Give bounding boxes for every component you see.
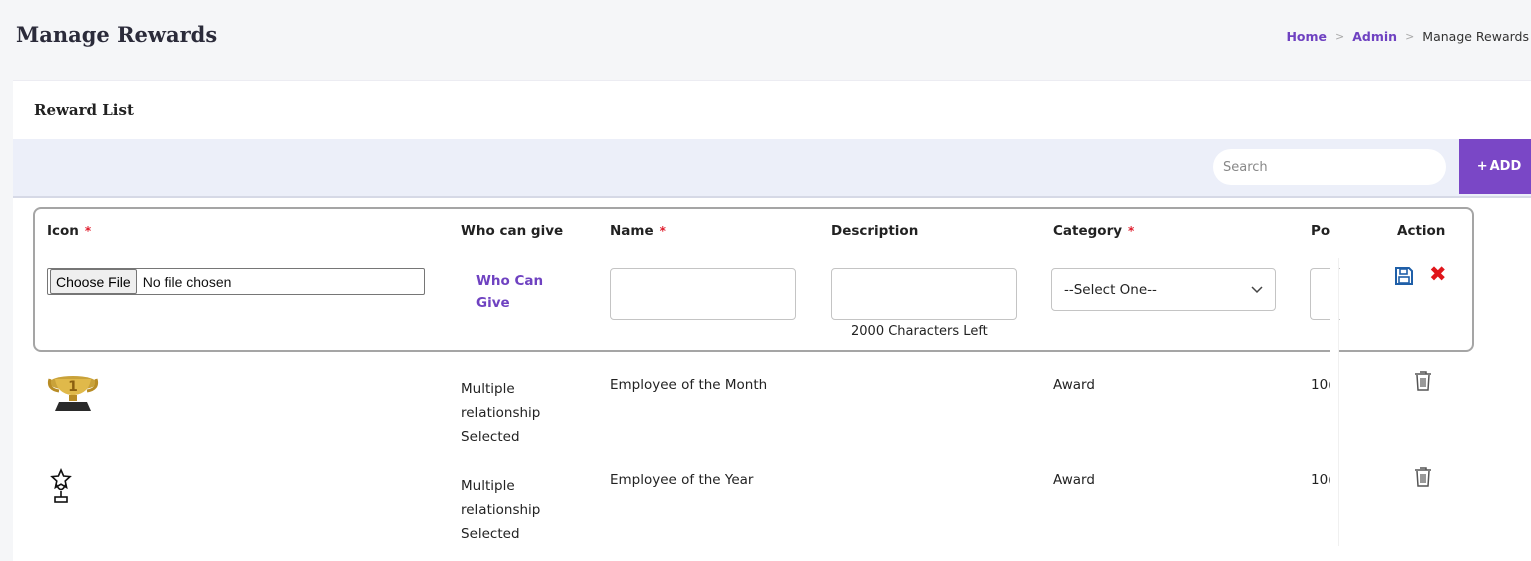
- plus-icon: +: [1476, 159, 1488, 174]
- who-can-give-link[interactable]: Who Can Give: [476, 270, 556, 314]
- sticky-column-divider: [1330, 258, 1339, 546]
- column-header-action: Action: [1397, 223, 1446, 239]
- who-can-give-cell: Multiple relationship Selected: [461, 478, 541, 542]
- breadcrumb-admin-link[interactable]: Admin: [1352, 29, 1397, 44]
- column-header-icon: Icon *: [47, 223, 92, 239]
- svg-text:1: 1: [68, 379, 78, 395]
- breadcrumb-home-link[interactable]: Home: [1286, 29, 1327, 44]
- category-select[interactable]: --Select One--: [1051, 268, 1276, 311]
- icon-file-input[interactable]: Choose File No file chosen: [47, 268, 425, 295]
- breadcrumb-current: Manage Rewards: [1422, 29, 1529, 44]
- breadcrumb-separator: >: [1405, 30, 1415, 43]
- column-header-name: Name *: [610, 223, 666, 239]
- card-title: Reward List: [34, 101, 134, 119]
- who-can-give-cell: Multiple relationship Selected: [461, 381, 541, 445]
- x-icon[interactable]: ✖: [1429, 262, 1447, 286]
- reward-name-cell: Employee of the Month: [610, 377, 768, 393]
- required-marker: *: [84, 224, 92, 238]
- trash-icon[interactable]: [1413, 466, 1433, 492]
- category-cell: Award: [1053, 472, 1095, 488]
- column-header-category: Category *: [1053, 223, 1135, 239]
- star-trophy-outline-icon: [49, 467, 73, 510]
- required-marker: *: [659, 224, 666, 238]
- search-input[interactable]: [1213, 149, 1446, 185]
- breadcrumb: Home > Admin > Manage Rewards: [1286, 29, 1529, 44]
- required-marker: *: [1128, 224, 1135, 238]
- breadcrumb-separator: >: [1335, 30, 1345, 43]
- choose-file-button[interactable]: Choose File: [50, 269, 137, 294]
- name-input[interactable]: [610, 268, 796, 320]
- reward-name-cell: Employee of the Year: [610, 472, 754, 488]
- column-header-points: Po: [1311, 223, 1331, 239]
- file-status-text: No file chosen: [142, 273, 232, 290]
- column-header-who-can-give: Who can give: [461, 223, 564, 239]
- gold-trophy-number-1-icon: 1: [47, 373, 99, 417]
- table-toolbar: + ADD: [13, 139, 1531, 198]
- add-button[interactable]: + ADD: [1459, 139, 1531, 194]
- characters-left-counter: 2000 Characters Left: [851, 324, 988, 339]
- add-button-label: ADD: [1489, 159, 1522, 174]
- trash-icon[interactable]: [1413, 370, 1433, 396]
- column-header-description: Description: [831, 223, 919, 239]
- category-selected-value: --Select One--: [1064, 281, 1157, 298]
- floppy-disk-icon[interactable]: [1394, 266, 1414, 290]
- description-textarea[interactable]: [831, 268, 1017, 320]
- page-title: Manage Rewards: [16, 22, 218, 47]
- category-cell: Award: [1053, 377, 1095, 393]
- chevron-down-icon: [1251, 282, 1263, 298]
